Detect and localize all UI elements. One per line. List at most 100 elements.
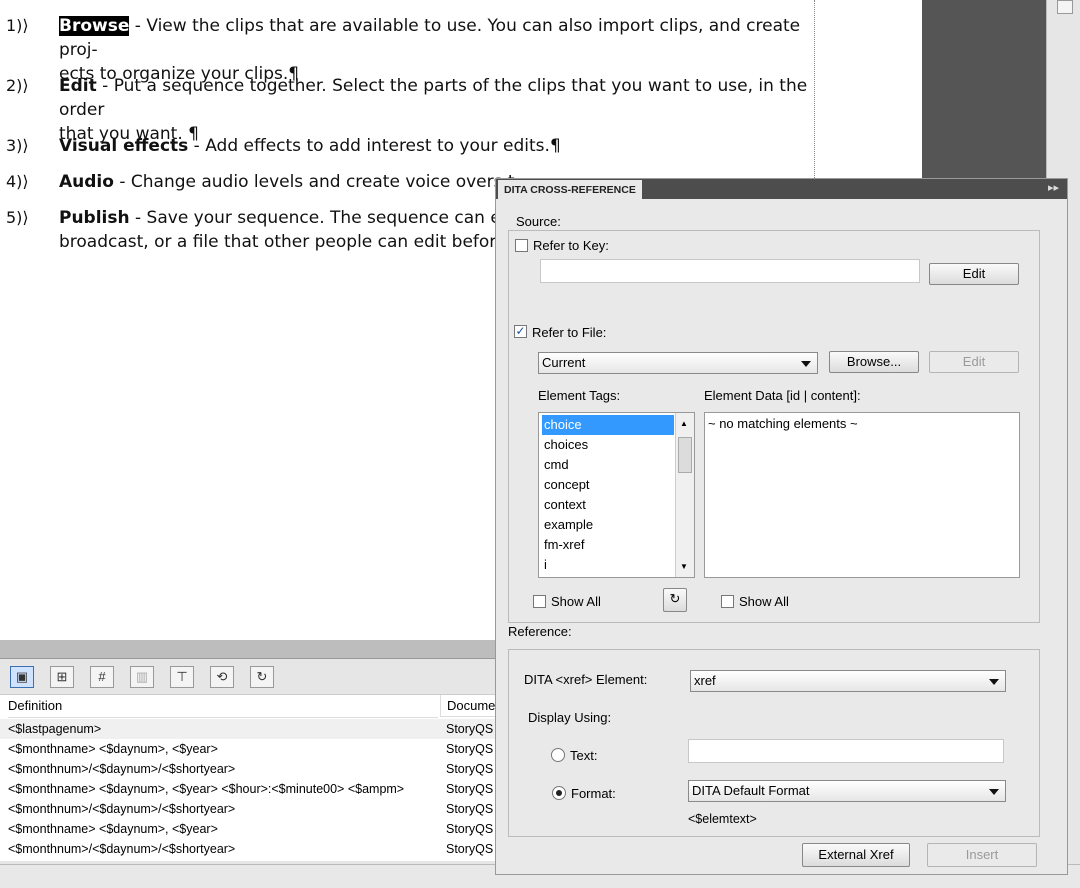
list-number: 1)⟩ [6, 16, 29, 35]
list-item[interactable]: choice [542, 415, 674, 435]
file-select-value: Current [542, 355, 586, 370]
format-preview: <$elemtext> [688, 812, 757, 826]
chevron-down-icon [989, 679, 999, 685]
list-text-line1: - Put a sequence together. Select the pa… [59, 76, 808, 120]
collapse-panel-icon[interactable]: ▸▸ [1048, 181, 1059, 194]
show-all-tags-checkbox[interactable] [533, 595, 546, 608]
table-row[interactable]: <$lastpagenum> StoryQS [0, 719, 496, 739]
list-item[interactable]: context [542, 495, 674, 515]
panel-menu-icon[interactable] [1057, 0, 1073, 14]
key-input[interactable] [540, 259, 920, 283]
edit-variable-icon[interactable]: # [90, 666, 114, 688]
text-radio[interactable] [551, 748, 565, 762]
list-item[interactable]: example [542, 515, 674, 535]
convert-to-text-icon[interactable]: ⊤ [170, 666, 194, 688]
document-cell: StoryQS [446, 782, 494, 796]
table-row[interactable]: <$monthnum>/<$daynum>/<$shortyear> StoryQ… [0, 839, 496, 859]
insert-button[interactable]: Insert [927, 843, 1037, 867]
document-cell: StoryQS [446, 762, 494, 776]
list-text-line1: - View the clips that are available to u… [59, 16, 801, 60]
list-text-line1: - Add effects to add interest to your ed… [188, 136, 561, 156]
document-cell: StoryQS [446, 822, 494, 836]
refresh-icon[interactable]: ↻ [250, 666, 274, 688]
text-input[interactable] [688, 739, 1004, 763]
scroll-down-icon[interactable]: ▼ [680, 562, 688, 571]
list-term: Edit [59, 76, 97, 96]
show-all-data-checkbox[interactable] [721, 595, 734, 608]
column-header-document[interactable]: Docume [440, 695, 496, 717]
display-using-label: Display Using: [528, 710, 612, 725]
delete-variable-icon[interactable]: ▥ [130, 666, 154, 688]
table-row[interactable]: <$monthname> <$daynum>, <$year> StoryQS [0, 739, 496, 759]
element-tags-list[interactable]: choice choices cmd concept context examp… [538, 412, 695, 578]
table-row[interactable]: <$monthname> <$daynum>, <$year> StoryQS [0, 819, 496, 839]
dialog-title[interactable]: DITA CROSS-REFERENCE [498, 180, 642, 199]
list-text-line1: - Save your sequence. The sequence can e… [129, 208, 523, 228]
list-number: 2)⟩ [6, 76, 29, 95]
file-edit-button[interactable]: Edit [929, 351, 1019, 373]
show-all-tags-label: Show All [551, 594, 601, 609]
element-data-list[interactable]: ~ no matching elements ~ [704, 412, 1020, 578]
no-matching-elements-text: ~ no matching elements ~ [708, 416, 858, 431]
list-item[interactable]: cmd [542, 455, 674, 475]
chevron-down-icon [801, 361, 811, 367]
refresh-icon[interactable]: ↻ [663, 588, 687, 612]
show-all-data-label: Show All [739, 594, 789, 609]
key-edit-button[interactable]: Edit [929, 263, 1019, 285]
table-row[interactable]: <$monthnum>/<$daynum>/<$shortyear> StoryQ… [0, 759, 496, 779]
refer-to-file-label: Refer to File: [532, 325, 607, 340]
xref-element-select[interactable]: xref [690, 670, 1006, 692]
chevron-down-icon [989, 789, 999, 795]
list-item[interactable]: fm-xref [542, 535, 674, 555]
dialog-title-bar[interactable]: DITA CROSS-REFERENCE ▸▸ [496, 179, 1067, 199]
browse-button[interactable]: Browse... [829, 351, 919, 373]
definition-cell: <$monthnum>/<$daynum>/<$shortyear> [8, 802, 236, 816]
scroll-up-icon[interactable]: ▲ [680, 419, 688, 428]
variables-toolbar: ▣ ⊞ # ▥ ⊤ ⟲ ↻ [0, 660, 496, 692]
refer-to-key-checkbox[interactable] [515, 239, 528, 252]
refer-to-file-checkbox[interactable]: ✓ [514, 325, 527, 338]
element-tags-label: Element Tags: [538, 388, 621, 403]
list-item[interactable]: i [542, 555, 674, 575]
table-row[interactable]: <$monthnum>/<$daynum>/<$shortyear> StoryQ… [0, 799, 496, 819]
list-term: Audio [59, 172, 114, 192]
source-label: Source: [516, 214, 561, 229]
scroll-thumb[interactable] [678, 437, 692, 473]
tags-scrollbar[interactable]: ▲ ▼ [675, 413, 694, 577]
format-select[interactable]: DITA Default Format [688, 780, 1006, 802]
refer-to-key-label: Refer to Key: [533, 238, 609, 253]
list-number: 5)⟩ [6, 208, 29, 227]
list-item[interactable]: 3)⟩ Visual effects - Add effects to add … [0, 134, 812, 158]
document-cell: StoryQS [446, 722, 494, 736]
list-term: Visual effects [59, 136, 189, 156]
format-radio[interactable] [552, 786, 566, 800]
list-term: Publish [59, 208, 130, 228]
list-text-line1: - Change audio levels and create voice o… [113, 172, 515, 192]
reference-label: Reference: [508, 624, 572, 639]
xref-element-label: DITA <xref> Element: [524, 672, 648, 687]
add-variable-icon[interactable]: ⊞ [50, 666, 74, 688]
file-select[interactable]: Current [538, 352, 818, 374]
list-item[interactable]: choices [542, 435, 674, 455]
text-option-label: Text: [570, 748, 598, 763]
external-xref-button[interactable]: External Xref [802, 843, 910, 867]
document-cell: StoryQS [446, 842, 494, 856]
definition-cell: <$monthnum>/<$daynum>/<$shortyear> [8, 762, 236, 776]
update-icon[interactable]: ⟲ [210, 666, 234, 688]
definition-cell: <$monthname> <$daynum>, <$year> [8, 742, 218, 756]
definition-cell: <$lastpagenum> [8, 722, 102, 736]
variables-table: Definition Docume <$lastpagenum> StoryQS … [0, 694, 496, 861]
dita-cross-reference-dialog: DITA CROSS-REFERENCE ▸▸ Source: Refer to… [495, 178, 1068, 875]
table-row[interactable]: <$monthname> <$daynum>, <$year> <$hour>:… [0, 779, 496, 799]
panel-tab-bar [0, 640, 496, 659]
new-variable-icon[interactable]: ▣ [10, 666, 34, 688]
document-cell: StoryQS [446, 802, 494, 816]
column-header-definition[interactable]: Definition [8, 695, 438, 718]
definition-cell: <$monthnum>/<$daynum>/<$shortyear> [8, 842, 236, 856]
list-item[interactable]: concept [542, 475, 674, 495]
list-number: 3)⟩ [6, 136, 29, 155]
definition-cell: <$monthname> <$daynum>, <$year> [8, 822, 218, 836]
format-option-label: Format: [571, 786, 616, 801]
element-data-label: Element Data [id | content]: [704, 388, 861, 403]
list-term: Browse [59, 16, 130, 36]
